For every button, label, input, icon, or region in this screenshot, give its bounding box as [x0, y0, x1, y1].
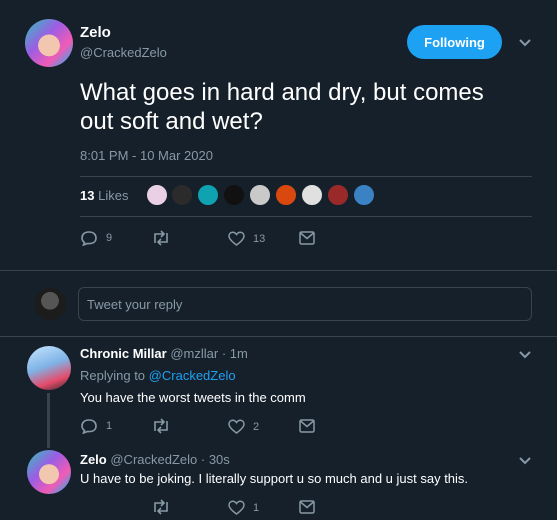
liker-avatar[interactable]	[249, 184, 271, 206]
reply-icon	[81, 231, 97, 246]
message-icon[interactable]	[299, 500, 315, 514]
liker-avatar[interactable]	[353, 184, 375, 206]
divider	[80, 176, 532, 177]
reply-author-avatar[interactable]	[27, 450, 71, 494]
retweet-icon[interactable]	[151, 499, 171, 515]
tweet-timestamp[interactable]: 8:01 PM - 10 Mar 2020	[80, 148, 213, 163]
replying-to: Replying to @CrackedZelo	[80, 368, 236, 383]
divider	[0, 336, 557, 337]
reply-author-handle[interactable]: @CrackedZelo	[110, 452, 197, 467]
liker-avatar[interactable]	[327, 184, 349, 206]
likes-count: 13	[80, 188, 95, 203]
following-button[interactable]: Following	[407, 25, 502, 59]
chevron-down-icon[interactable]	[518, 38, 532, 48]
divider	[0, 270, 557, 271]
my-avatar[interactable]	[34, 288, 66, 320]
reply-icon	[81, 419, 97, 434]
liker-avatar[interactable]	[197, 184, 219, 206]
like-action[interactable]: 1	[228, 500, 259, 515]
tweet-text-line-2: out soft and wet?	[80, 108, 263, 135]
heart-icon	[228, 231, 245, 246]
like-action[interactable]: 13	[228, 231, 265, 246]
chevron-down-icon[interactable]	[518, 456, 532, 466]
likes-label: Likes	[98, 188, 129, 203]
message-icon[interactable]	[299, 419, 315, 433]
reply-header: Zelo @CrackedZelo · 30s	[80, 452, 230, 467]
liker-avatar[interactable]	[146, 184, 168, 206]
reply-author-name[interactable]: Chronic Millar	[80, 346, 167, 361]
like-action[interactable]: 2	[228, 419, 259, 434]
reply-action[interactable]: 9	[80, 230, 112, 246]
reply-thread-line	[47, 393, 50, 448]
liker-avatar[interactable]	[275, 184, 297, 206]
retweet-icon[interactable]	[151, 418, 171, 434]
like-count: 2	[253, 420, 260, 433]
reply-input[interactable]: Tweet your reply	[78, 287, 532, 321]
heart-icon	[228, 500, 245, 515]
divider	[80, 216, 532, 217]
replying-to-label: Replying to	[80, 368, 146, 383]
reply-author-handle[interactable]: @mzllar	[170, 346, 218, 361]
message-icon[interactable]	[299, 231, 315, 245]
author-avatar[interactable]	[25, 19, 73, 67]
reply-time[interactable]: · 1m	[222, 346, 248, 361]
likes-summary[interactable]: 13 Likes	[80, 188, 128, 203]
reply-time[interactable]: · 30s	[201, 452, 230, 467]
reply-author-name[interactable]: Zelo	[80, 452, 107, 467]
reply-text: You have the worst tweets in the comm	[80, 390, 306, 405]
author-name[interactable]: Zelo	[80, 24, 111, 41]
reply-text: U have to be joking. I literally support…	[80, 471, 469, 486]
replying-to-link[interactable]: @CrackedZelo	[149, 368, 236, 383]
reply-header: Chronic Millar @mzllar · 1m	[80, 346, 248, 361]
tweet-text-line-1: What goes in hard and dry, but comes	[80, 79, 484, 106]
like-count: 1	[253, 501, 260, 514]
liker-avatar[interactable]	[301, 184, 323, 206]
like-count: 13	[253, 232, 266, 245]
reply-count: 9	[106, 232, 113, 244]
reply-author-avatar[interactable]	[27, 346, 71, 390]
reply-action[interactable]: 1	[80, 418, 112, 434]
reply-count: 1	[106, 420, 113, 432]
author-handle[interactable]: @CrackedZelo	[80, 45, 167, 60]
retweet-icon[interactable]	[151, 230, 171, 246]
chevron-down-icon[interactable]	[518, 350, 532, 360]
heart-icon	[228, 419, 245, 434]
liker-avatar[interactable]	[223, 184, 245, 206]
liker-avatar[interactable]	[171, 184, 193, 206]
